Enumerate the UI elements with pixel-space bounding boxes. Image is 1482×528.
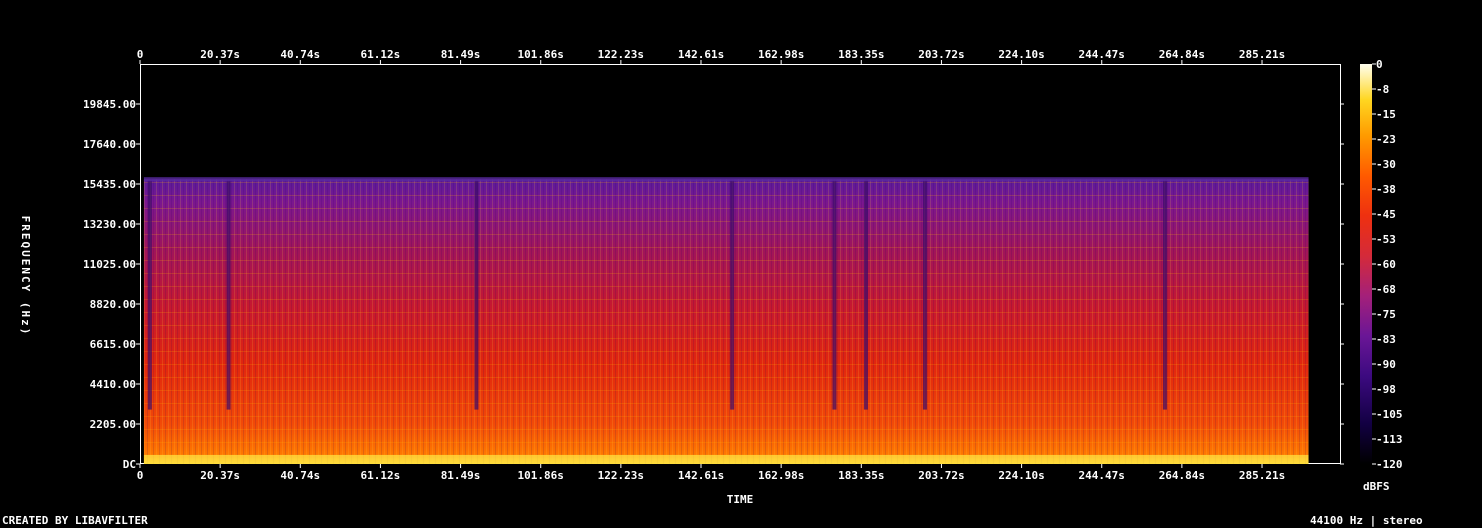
x-tick-label-top: 61.12s xyxy=(361,48,401,61)
colorbar-ticks: 0 -8 -15 -23 -30 -38 -45 -53 -60 -68 -75 -83 -90 -98 -… xyxy=(1372,58,1403,471)
colorbar-tick-label: -38 xyxy=(1376,183,1396,196)
quiet-band xyxy=(922,179,927,410)
quiet-band xyxy=(863,179,868,410)
y-tick-label: 19845.00 xyxy=(83,98,136,111)
x-tick-label-bottom: 20.37s xyxy=(200,469,240,482)
colorbar-tick-label: -90 xyxy=(1376,358,1396,371)
x-tick-label-bottom: 122.23s xyxy=(598,469,644,482)
colorbar-tick-label: 0 xyxy=(1376,58,1383,71)
colorbar-gradient xyxy=(1360,64,1372,464)
y-tick-label: 13230.00 xyxy=(83,218,136,231)
colorbar-tick-label: -83 xyxy=(1376,333,1396,346)
y-tick-label: 11025.00 xyxy=(83,258,136,271)
x-tick-label-bottom: 142.61s xyxy=(678,469,724,482)
x-tick-label-bottom: 0 xyxy=(137,469,144,482)
quiet-band xyxy=(147,179,152,410)
y-tick-label: 4410.00 xyxy=(90,378,136,391)
x-tick-label-top: 264.84s xyxy=(1159,48,1205,61)
colorbar-tick-label: -60 xyxy=(1376,258,1396,271)
x-axis-top: 0 20.37s 40.74s 61.12s 81.49s 101.86s 122.23s 1… xyxy=(137,48,1285,64)
colorbar-tick-label: -15 xyxy=(1376,108,1396,121)
colorbar-tick-label: -8 xyxy=(1376,83,1389,96)
x-tick-label-top: 20.37s xyxy=(200,48,240,61)
quiet-band xyxy=(226,179,231,410)
footer-credit: CREATED BY LIBAVFILTER xyxy=(2,514,148,527)
x-tick-label-top: 285.21s xyxy=(1239,48,1285,61)
x-tick-label-bottom: 203.72s xyxy=(918,469,964,482)
cutoff-edge xyxy=(143,177,1309,182)
colorbar-tick-label: -23 xyxy=(1376,133,1396,146)
x-tick-label-bottom: 183.35s xyxy=(838,469,884,482)
colorbar-tick-label: -120 xyxy=(1376,458,1403,471)
x-tick-label-top: 81.49s xyxy=(441,48,481,61)
x-tick-label-bottom: 61.12s xyxy=(361,469,401,482)
x-tick-label-top: 142.61s xyxy=(678,48,724,61)
y-tick-label: 6615.00 xyxy=(90,338,136,351)
spectrogram-partials xyxy=(143,179,1309,464)
x-tick-label-top: 203.72s xyxy=(918,48,964,61)
x-tick-label-bottom: 244.47s xyxy=(1079,469,1125,482)
y-axis-title: FREQUENCY (Hz) xyxy=(19,216,32,337)
quiet-band xyxy=(1162,179,1167,410)
footer-format: 44100 Hz | stereo xyxy=(1310,514,1423,527)
y-tick-label: 2205.00 xyxy=(90,418,136,431)
colorbar-tick-label: -75 xyxy=(1376,308,1396,321)
colorbar: 0 -8 -15 -23 -30 -38 -45 -53 -60 -68 -75 -83 -90 -98 -… xyxy=(1360,58,1403,493)
y-tick-label: 8820.00 xyxy=(90,298,136,311)
colorbar-tick-label: -30 xyxy=(1376,158,1396,171)
x-tick-label-top: 101.86s xyxy=(518,48,564,61)
colorbar-tick-label: -68 xyxy=(1376,283,1396,296)
colorbar-label: dBFS xyxy=(1363,480,1390,493)
colorbar-tick-label: -53 xyxy=(1376,233,1396,246)
y-tick-label: 15435.00 xyxy=(83,178,136,191)
low-frequency-band xyxy=(143,454,1309,464)
x-axis-bottom: 0 20.37s 40.74s 61.12s 81.49s 101.86s 122.23s 1… xyxy=(137,464,1285,482)
colorbar-tick-label: -98 xyxy=(1376,383,1396,396)
x-tick-label-bottom: 40.74s xyxy=(280,469,320,482)
x-tick-label-bottom: 81.49s xyxy=(441,469,481,482)
spectrogram-body xyxy=(143,177,1309,464)
y-axis-left: DC 2205.00 4410.00 6615.00 8820.00 11025.00 13… xyxy=(83,98,140,471)
colorbar-tick-label: -113 xyxy=(1376,433,1403,446)
x-tick-label-top: 40.74s xyxy=(280,48,320,61)
x-tick-label-top: 244.47s xyxy=(1079,48,1125,61)
x-axis-title: TIME xyxy=(727,493,754,506)
x-tick-label-top: 122.23s xyxy=(598,48,644,61)
y-tick-label: 17640.00 xyxy=(83,138,136,151)
x-tick-label-bottom: 224.10s xyxy=(998,469,1044,482)
y-tick-label: DC xyxy=(123,458,136,471)
x-tick-label-top: 162.98s xyxy=(758,48,804,61)
x-tick-label-bottom: 264.84s xyxy=(1159,469,1205,482)
x-tick-label-top: 0 xyxy=(137,48,144,61)
x-tick-label-bottom: 101.86s xyxy=(518,469,564,482)
colorbar-tick-label: -45 xyxy=(1376,208,1396,221)
quiet-band xyxy=(832,179,837,410)
quiet-band xyxy=(730,179,735,410)
x-tick-label-top: 183.35s xyxy=(838,48,884,61)
colorbar-tick-label: -105 xyxy=(1376,408,1403,421)
spectrogram-chart: 0 20.37s 40.74s 61.12s 81.49s 101.86s 122.23s 1… xyxy=(2,48,1423,527)
x-tick-label-bottom: 162.98s xyxy=(758,469,804,482)
quiet-band xyxy=(474,179,479,410)
x-tick-label-bottom: 285.21s xyxy=(1239,469,1285,482)
x-tick-label-top: 224.10s xyxy=(998,48,1044,61)
